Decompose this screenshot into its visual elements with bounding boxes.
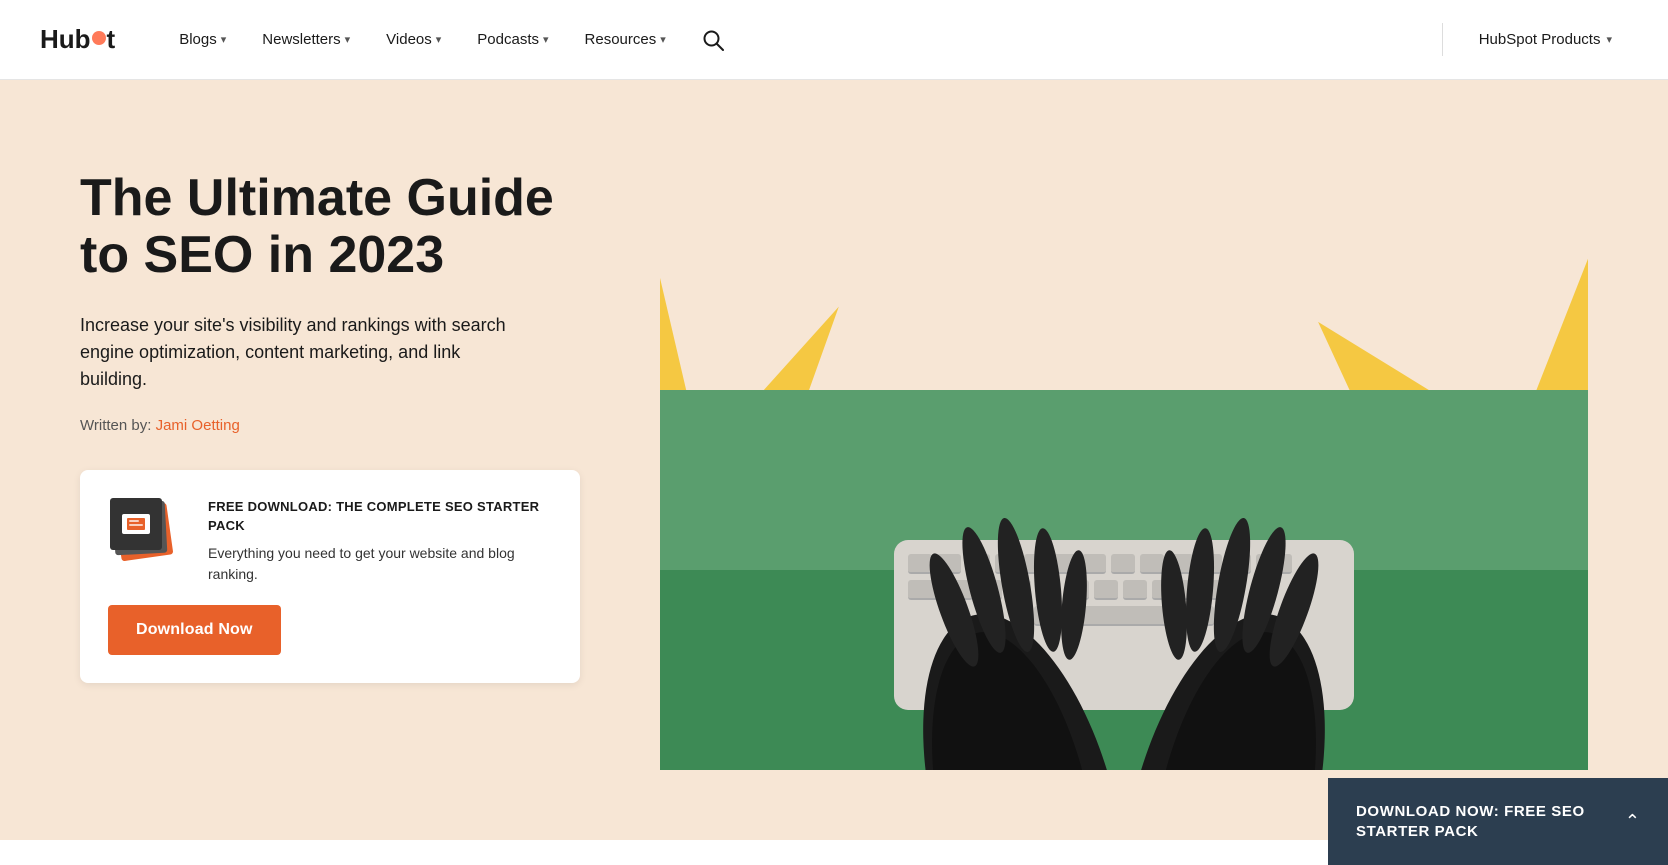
hero-section: The Ultimate Guide to SEO in 2023 Increa… xyxy=(0,80,1668,840)
chevron-down-icon: ▾ xyxy=(1606,33,1612,46)
cta-sublabel: Everything you need to get your website … xyxy=(208,543,552,585)
download-now-button[interactable]: Download Now xyxy=(108,605,281,655)
search-icon xyxy=(702,29,724,51)
hero-description: Increase your site's visibility and rank… xyxy=(80,312,520,393)
nav-item-newsletters[interactable]: Newsletters ▾ xyxy=(248,23,364,56)
nav-item-podcasts[interactable]: Podcasts ▾ xyxy=(463,23,562,56)
chevron-down-icon: ▾ xyxy=(436,33,442,46)
logo-spot xyxy=(92,31,106,45)
keyboard-area xyxy=(660,390,1588,770)
hero-image xyxy=(660,140,1588,770)
sticky-download-bar[interactable]: DOWNLOAD NOW: FREE SEO STARTER PACK ⌃ xyxy=(1328,778,1668,865)
chevron-down-icon: ▾ xyxy=(221,33,227,46)
chevron-down-icon: ▾ xyxy=(345,33,351,46)
hero-left: The Ultimate Guide to SEO in 2023 Increa… xyxy=(80,140,600,743)
book-stack xyxy=(108,498,188,568)
chevron-down-icon: ▾ xyxy=(660,33,666,46)
hero-author: Written by: Jami Oetting xyxy=(80,417,600,434)
book-front xyxy=(110,498,162,550)
hands-illustration xyxy=(874,490,1374,770)
cta-text: FREE DOWNLOAD: THE COMPLETE SEO STARTER … xyxy=(208,498,552,584)
hero-right xyxy=(660,140,1588,770)
hero-title: The Ultimate Guide to SEO in 2023 xyxy=(80,170,600,284)
sticky-bar-text: DOWNLOAD NOW: FREE SEO STARTER PACK xyxy=(1356,802,1609,841)
nav-item-hubspot-products[interactable]: HubSpot Products ▾ xyxy=(1463,23,1628,56)
nav-item-resources[interactable]: Resources ▾ xyxy=(571,23,680,56)
nav-items: Blogs ▾ Newsletters ▾ Videos ▾ Podcasts … xyxy=(165,21,1422,59)
chevron-down-icon: ▾ xyxy=(543,33,549,46)
nav-item-blogs[interactable]: Blogs ▾ xyxy=(165,23,240,56)
logo-text-before: Hub xyxy=(40,24,91,55)
logo-text-after: t xyxy=(107,24,116,55)
nav-right: HubSpot Products ▾ xyxy=(1442,23,1628,56)
cta-card: FREE DOWNLOAD: THE COMPLETE SEO STARTER … xyxy=(80,470,580,682)
cta-inner: FREE DOWNLOAD: THE COMPLETE SEO STARTER … xyxy=(108,498,552,584)
nav-item-videos[interactable]: Videos ▾ xyxy=(372,23,455,56)
cta-label: FREE DOWNLOAD: THE COMPLETE SEO STARTER … xyxy=(208,498,552,534)
book-screen xyxy=(122,514,150,534)
chevron-up-icon[interactable]: ⌃ xyxy=(1625,811,1640,832)
cta-icon xyxy=(108,498,188,568)
author-link[interactable]: Jami Oetting xyxy=(156,417,240,434)
navbar: Hubt Blogs ▾ Newsletters ▾ Videos ▾ Podc… xyxy=(0,0,1668,80)
search-button[interactable] xyxy=(688,21,738,59)
hubspot-logo[interactable]: Hubt xyxy=(40,24,115,55)
